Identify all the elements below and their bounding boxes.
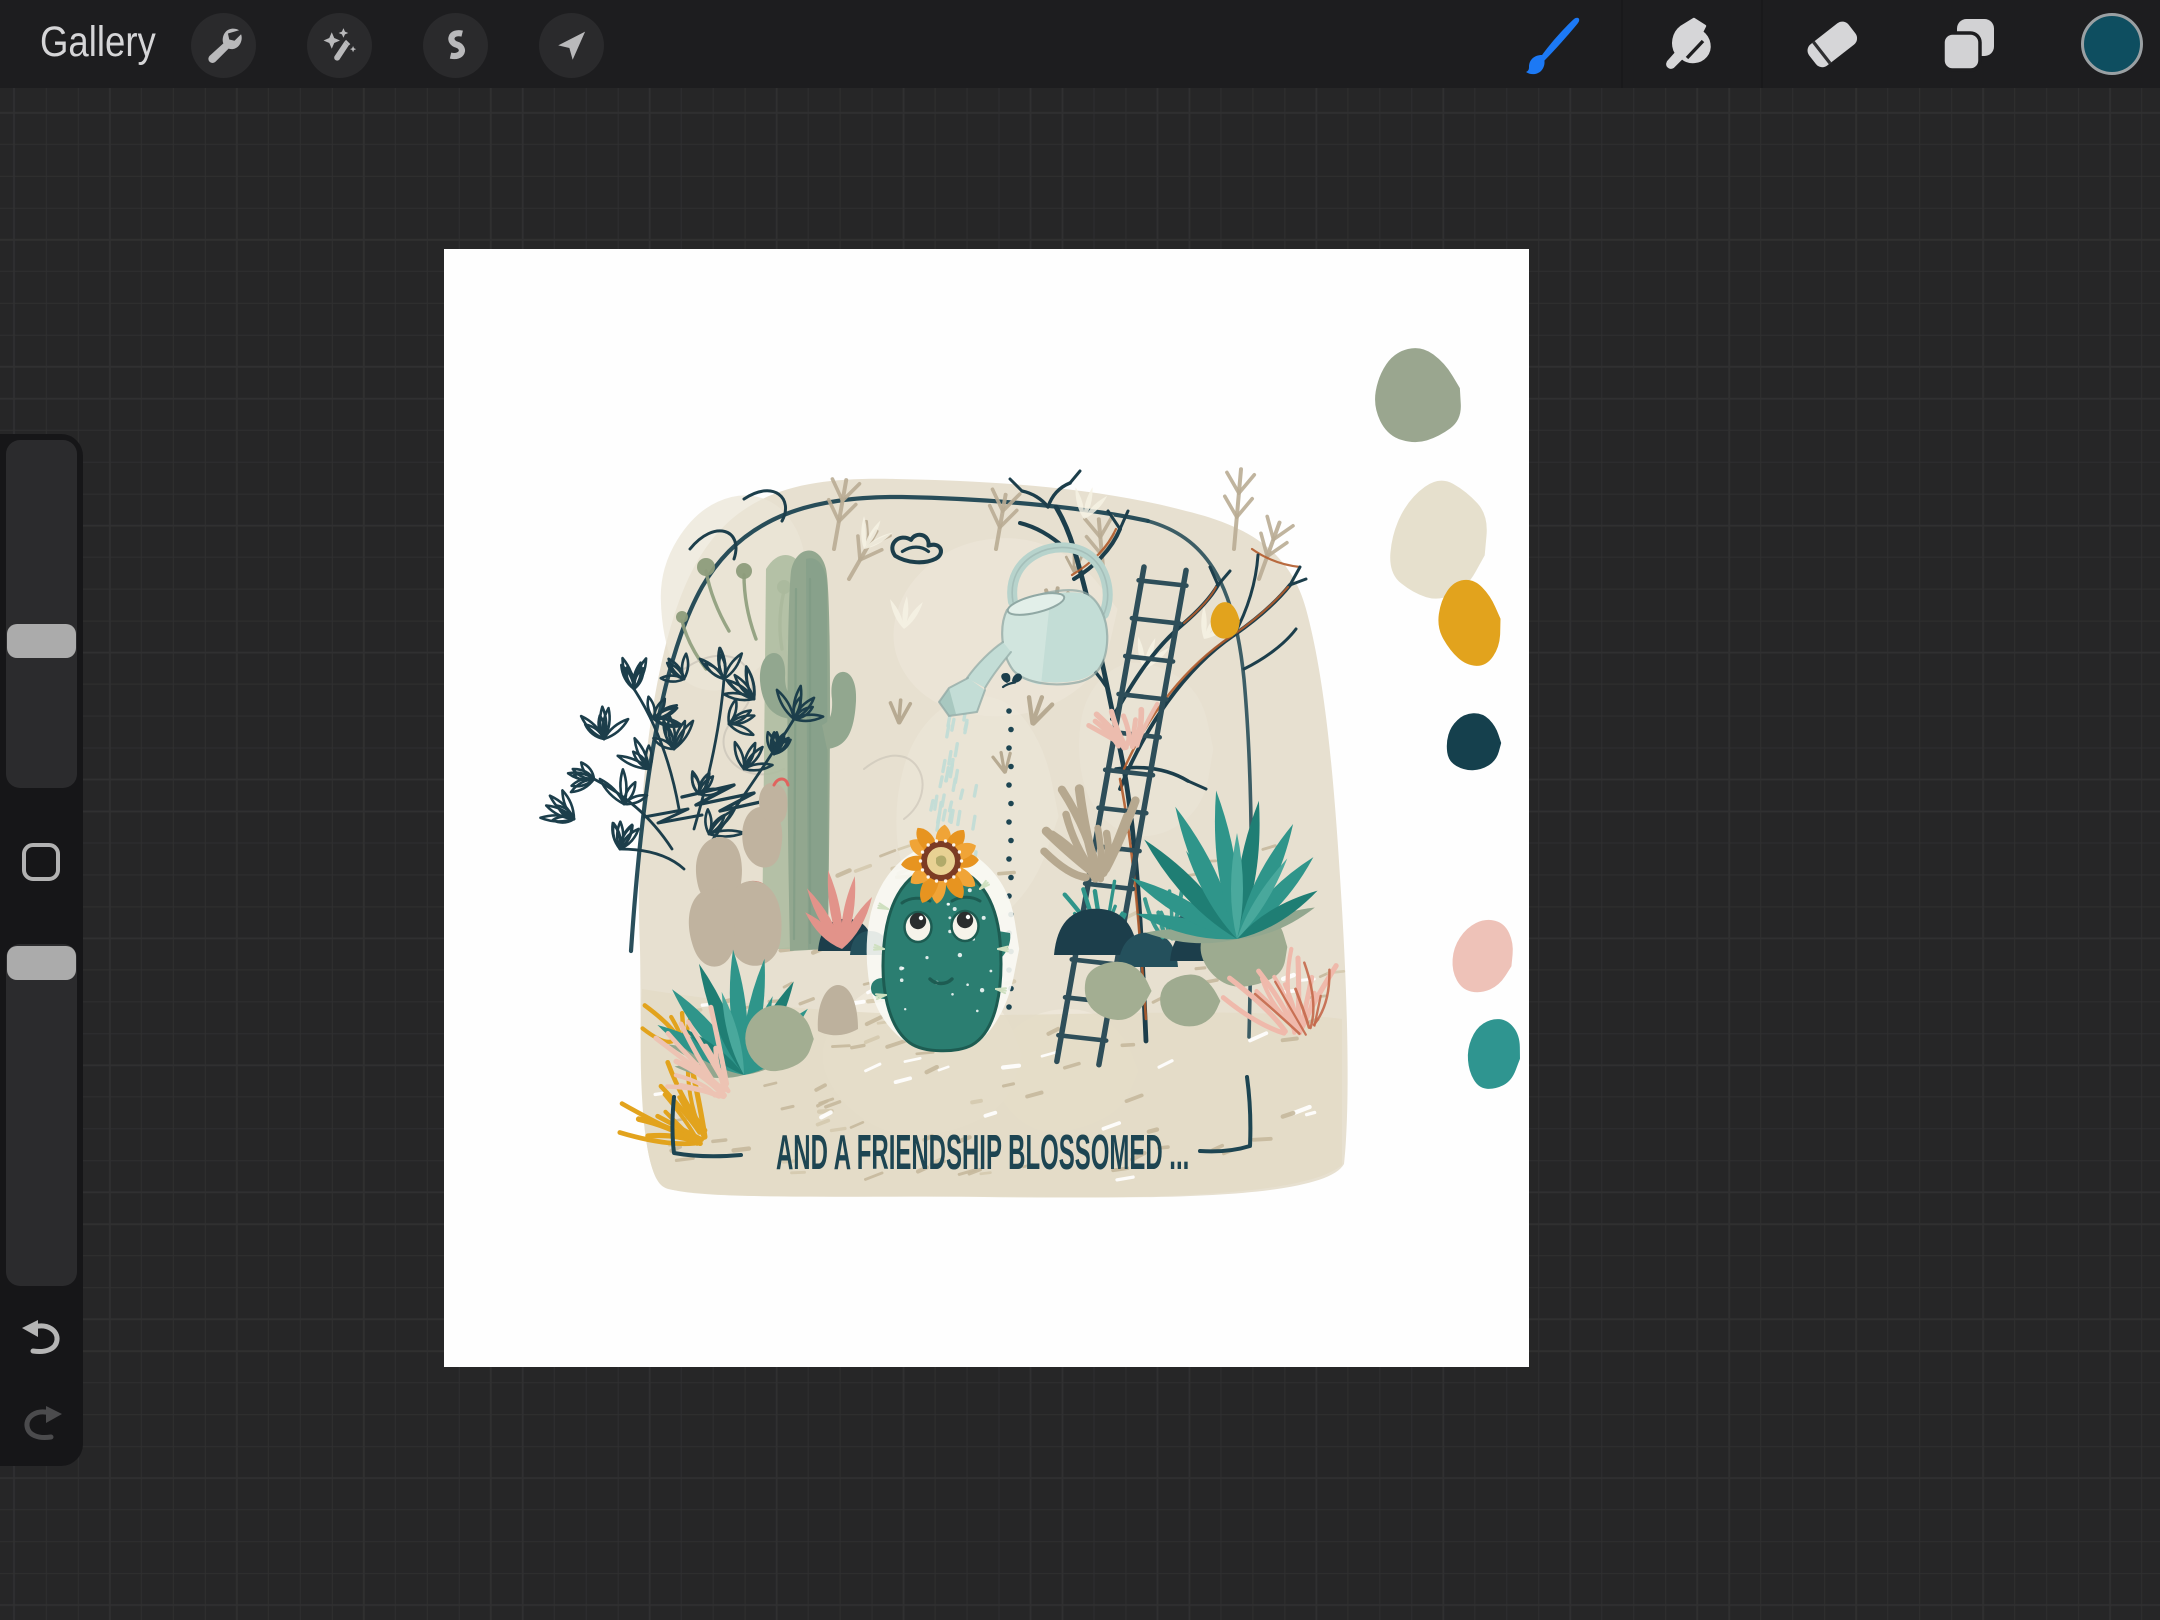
svg-text:AND A FRIENDSHIP BLOSSOMED ...: AND A FRIENDSHIP BLOSSOMED ...	[776, 1125, 1189, 1179]
